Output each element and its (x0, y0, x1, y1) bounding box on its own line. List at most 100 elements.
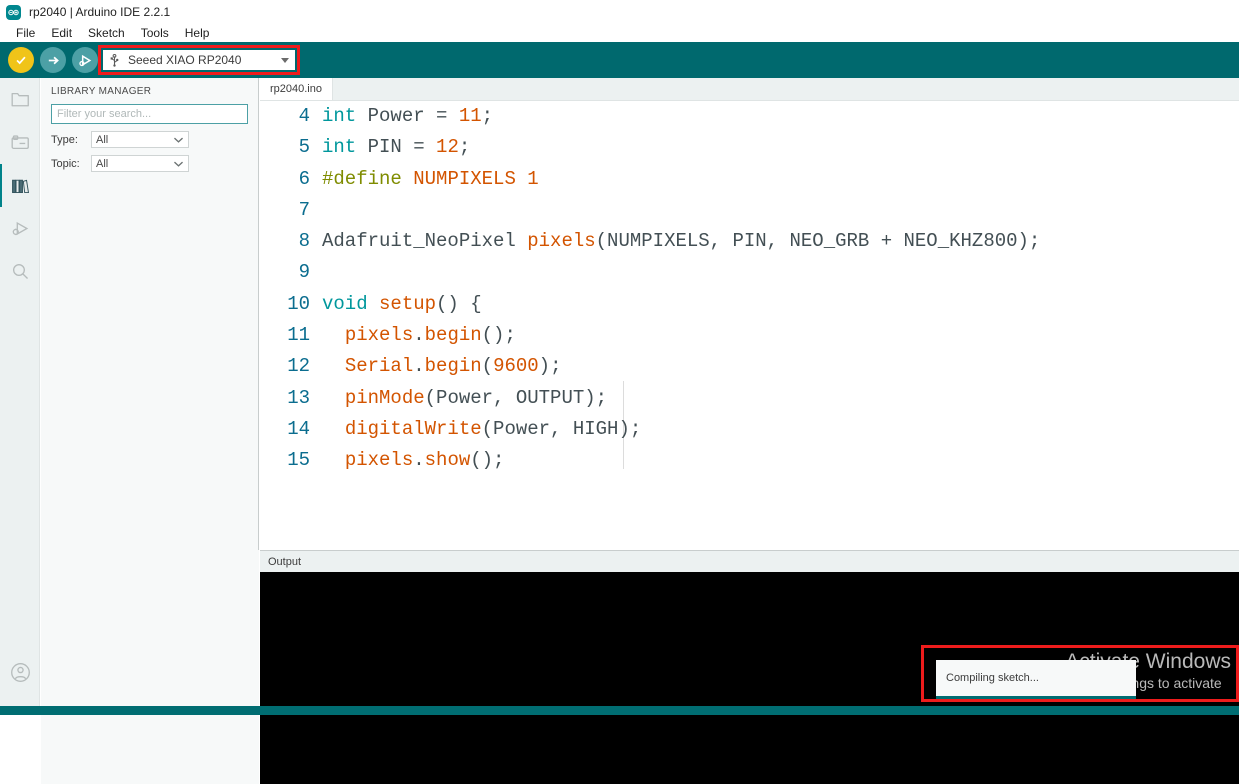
line-number: 6 (298, 167, 310, 190)
code-token: begin (424, 355, 482, 378)
code-token: int (322, 136, 357, 159)
filter-row-topic: Topic: All (51, 155, 248, 172)
code-token: . (413, 355, 425, 378)
menu-item-tools[interactable]: Tools (133, 24, 177, 42)
code-token: (Power, OUTPUT); (424, 386, 608, 409)
code-token: setup (379, 292, 437, 315)
page-title: rp2040 | Arduino IDE 2.2.1 (29, 5, 171, 19)
menu-item-file[interactable]: File (8, 24, 43, 42)
topic-filter-select[interactable]: All (91, 155, 189, 172)
sidebar-item-library-manager[interactable] (0, 164, 40, 207)
tab-output[interactable]: Output (268, 556, 301, 568)
board-selector-label: Seeed XIAO RP2040 (128, 53, 242, 67)
code-token: (); (481, 324, 516, 347)
status-bar (0, 706, 1239, 715)
type-filter-value: All (96, 133, 109, 146)
line-text: pixels.show(); (322, 445, 505, 469)
line-text: void setup() { (322, 289, 482, 320)
workspace: LIBRARY MANAGER Type: All Topic: All (0, 78, 1239, 784)
line-text: int PIN = 12; (322, 132, 470, 163)
code-token: = (413, 136, 425, 159)
code-token: = (436, 105, 448, 127)
code-token: PIN (356, 136, 414, 159)
upload-button[interactable] (40, 47, 66, 73)
line-text: digitalWrite(Power, HIGH); (322, 414, 641, 445)
code-token: ; (458, 136, 471, 159)
menu-item-sketch[interactable]: Sketch (80, 24, 133, 42)
code-line: 5 int PIN = 12; (260, 132, 1239, 163)
code-editor[interactable]: 4 int Power = 11; 5 int PIN = 12; 6 #define N… (260, 101, 1239, 469)
code-token: NUMPIXELS (413, 167, 516, 190)
code-line: 14 digitalWrite(Power, HIGH); (260, 414, 1239, 445)
line-number: 11 (287, 324, 310, 347)
code-token: (NUMPIXELS, PIN, NEO_GRB + NEO_KHZ800); (595, 230, 1041, 253)
type-filter-select[interactable]: All (91, 131, 189, 148)
code-token: () { (436, 292, 482, 315)
code-line: 6 #define NUMPIXELS 1 (260, 164, 1239, 195)
verify-button[interactable] (8, 47, 34, 73)
magnifier-icon (12, 263, 28, 280)
code-token: (Power, HIGH); (481, 417, 642, 440)
code-line: 11 pixels.begin(); (260, 320, 1239, 351)
code-token: pixels (527, 230, 596, 253)
line-text: int Power = 11; (322, 101, 493, 132)
account-button[interactable] (0, 652, 40, 692)
activity-bar (0, 78, 40, 706)
sidebar-item-boards-manager[interactable] (0, 121, 40, 164)
debug-icon (78, 54, 91, 66)
code-line: 8 Adafruit_NeoPixel pixels(NUMPIXELS, PIN… (260, 226, 1239, 257)
code-line: 4 int Power = 11; (260, 101, 1239, 132)
code-token: pinMode (344, 386, 425, 409)
sidebar-item-search[interactable] (0, 250, 40, 293)
code-line: 15 pixels.show(); (260, 445, 1239, 469)
line-number: 10 (287, 292, 310, 315)
line-number: 13 (287, 386, 310, 409)
code-token: begin (424, 324, 482, 347)
boards-manager-icon (11, 135, 29, 150)
panel-title: LIBRARY MANAGER (51, 86, 152, 97)
sidebar-item-sketchbook[interactable] (0, 78, 40, 121)
sidebar-item-debug[interactable] (0, 207, 40, 250)
code-token: ); (538, 355, 562, 378)
code-token: 11 (458, 105, 482, 127)
library-search-input[interactable] (51, 104, 248, 124)
code-token: 9600 (493, 355, 539, 378)
folder-icon (11, 92, 29, 107)
code-token: Power (356, 105, 437, 127)
debug-play-icon (12, 221, 28, 236)
line-number: 14 (287, 417, 310, 440)
editor-tab-rp2040-ino[interactable]: rp2040.ino (260, 78, 333, 100)
line-text: Serial.begin(9600); (322, 351, 562, 382)
account-circle-icon (10, 662, 30, 682)
filter-label-topic: Topic: (51, 157, 80, 170)
menu-item-edit[interactable]: Edit (43, 24, 80, 42)
line-number: 5 (298, 136, 310, 159)
filter-row-type: Type: All (51, 131, 248, 148)
board-selector[interactable]: Seeed XIAO RP2040 (103, 50, 295, 70)
code-line: 9 (260, 257, 1239, 288)
code-token: Adafruit_NeoPixel (322, 230, 528, 253)
code-token: digitalWrite (344, 417, 482, 440)
chevron-down-icon (281, 57, 289, 63)
editor-tab-bar: rp2040.ino (260, 78, 1239, 101)
debug-button[interactable] (72, 47, 98, 73)
code-token: #define (322, 167, 402, 190)
menu-item-help[interactable]: Help (177, 24, 218, 42)
line-text: #define NUMPIXELS 1 (322, 164, 539, 195)
toast-highlight-box (921, 645, 1239, 702)
code-token: show (424, 449, 471, 469)
panel-empty-area (41, 550, 259, 784)
code-token: pixels (344, 449, 414, 469)
code-token: ; (481, 105, 494, 127)
line-text: pixels.begin(); (322, 320, 516, 351)
verify-check-icon (16, 56, 26, 65)
